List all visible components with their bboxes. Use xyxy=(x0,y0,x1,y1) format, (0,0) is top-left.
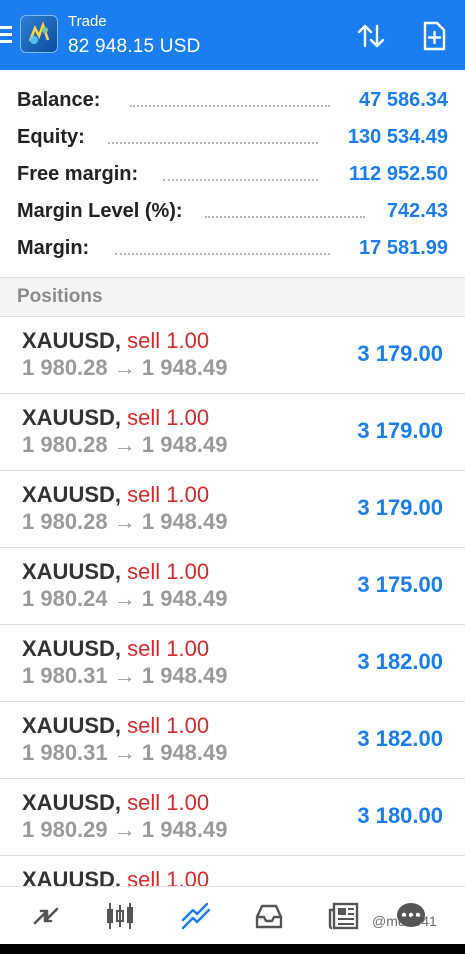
summary-value: 742.43 xyxy=(386,200,448,222)
dotted-leader xyxy=(108,142,318,146)
position-side: sell 1.00 xyxy=(127,328,210,353)
position-symbol-line: XAUUSD, sell 1.00 xyxy=(22,867,209,886)
positions-list: XAUUSD, sell 1.00 1 980.28 → 1 948.49 3 … xyxy=(0,316,465,886)
position-symbol: XAUUSD, xyxy=(22,713,122,738)
positions-heading: Positions xyxy=(17,286,103,307)
position-symbol: XAUUSD, xyxy=(22,482,122,507)
sort-button[interactable] xyxy=(355,20,387,52)
position-prices: 1 980.28 → 1 948.49 xyxy=(22,355,228,380)
position-symbol: XAUUSD, xyxy=(22,636,122,661)
position-row[interactable]: XAUUSD, sell 1.00 1 980.31 → 1 948.49 3 … xyxy=(0,701,465,779)
position-profit: 3 179.00 xyxy=(357,495,443,520)
position-row[interactable]: XAUUSD, sell 1.00 1 980.31 → 1 948.49 3 … xyxy=(0,624,465,702)
position-side: sell 1.00 xyxy=(127,636,210,661)
position-symbol-line: XAUUSD, sell 1.00 xyxy=(22,713,209,739)
position-profit: 3 179.00 xyxy=(357,341,443,366)
history-icon xyxy=(255,904,283,929)
summary-value: 17 581.99 xyxy=(359,237,448,259)
position-side: sell 1.00 xyxy=(127,790,210,815)
new-order-button[interactable] xyxy=(418,20,450,52)
nav-quotes[interactable] xyxy=(30,901,62,931)
positions-section-header: Positions xyxy=(0,278,465,316)
summary-label: Margin Level (%): xyxy=(17,200,183,222)
position-side: sell 1.00 xyxy=(127,559,210,584)
dotted-leader xyxy=(163,179,318,183)
position-profit: 3 180.00 xyxy=(357,803,443,828)
summary-label: Equity: xyxy=(17,126,85,148)
position-symbol-line: XAUUSD, sell 1.00 xyxy=(22,328,209,354)
position-symbol-line: XAUUSD, sell 1.00 xyxy=(22,405,209,431)
position-symbol: XAUUSD, xyxy=(22,328,122,353)
position-side: sell 1.00 xyxy=(127,867,210,886)
position-symbol: XAUUSD, xyxy=(22,790,122,815)
summary-row-free-margin: Free margin: 112 952.50 xyxy=(0,155,465,192)
top-app-bar: Trade 82 948.15 USD xyxy=(0,0,465,70)
account-summary: Balance: 47 586.34 Equity: 130 534.49 Fr… xyxy=(0,72,465,277)
position-prices: 1 980.31 → 1 948.49 xyxy=(22,740,228,765)
position-row[interactable]: XAUUSD, sell 1.00 1 980.28 → 1 948.49 3 … xyxy=(0,316,465,394)
position-prices: 1 980.28 → 1 948.49 xyxy=(22,509,228,534)
position-symbol-line: XAUUSD, sell 1.00 xyxy=(22,790,209,816)
position-prices: 1 980.28 → 1 948.49 xyxy=(22,432,228,457)
position-row[interactable]: XAUUSD, sell 1.00 1 980.29 → 1 948.49 3 … xyxy=(0,778,465,856)
position-profit: 3 179.00 xyxy=(357,418,443,443)
position-prices: 1 980.31 → 1 948.49 xyxy=(22,663,228,688)
menu-icon[interactable] xyxy=(0,26,12,44)
position-row[interactable]: XAUUSD, sell 1.00 1 980.28 → 1 948.49 3 … xyxy=(0,393,465,471)
trade-icon xyxy=(181,902,211,930)
summary-value: 130 534.49 xyxy=(347,126,448,148)
quotes-icon xyxy=(33,907,59,925)
summary-value: 112 952.50 xyxy=(349,163,448,185)
summary-value: 47 586.34 xyxy=(359,89,448,111)
page-title: Trade xyxy=(68,13,107,30)
position-row[interactable]: XAUUSD, sell 1.00 1 980.28 → 1 948.49 3 … xyxy=(0,470,465,548)
dotted-leader xyxy=(205,216,365,220)
summary-label: Free margin: xyxy=(17,163,139,185)
account-balance-subtitle: 82 948.15 USD xyxy=(68,36,201,57)
position-symbol-line: XAUUSD, sell 1.00 xyxy=(22,636,209,662)
position-symbol: XAUUSD, xyxy=(22,867,122,886)
position-row[interactable]: XAUUSD, sell 1.00 1 980.24 → 1 948.49 3 … xyxy=(0,547,465,625)
news-icon xyxy=(328,902,359,930)
position-side: sell 1.00 xyxy=(127,482,210,507)
position-symbol-line: XAUUSD, sell 1.00 xyxy=(22,559,209,585)
position-symbol-line: XAUUSD, sell 1.00 xyxy=(22,482,209,508)
position-prices: 1 980.24 → 1 948.49 xyxy=(22,586,228,611)
position-side: sell 1.00 xyxy=(127,713,210,738)
dotted-leader xyxy=(130,105,330,109)
summary-row-equity: Equity: 130 534.49 xyxy=(0,118,465,155)
position-profit: 3 182.00 xyxy=(357,649,443,674)
watermark: @mdd941 xyxy=(372,913,437,929)
position-profit: 3 182.00 xyxy=(357,726,443,751)
summary-label: Balance: xyxy=(17,89,101,111)
nav-history[interactable] xyxy=(253,901,285,931)
position-symbol: XAUUSD, xyxy=(22,559,122,584)
new-document-icon xyxy=(423,21,446,51)
system-navigation-bar xyxy=(0,944,465,954)
position-symbol: XAUUSD, xyxy=(22,405,122,430)
position-side: sell 1.00 xyxy=(127,405,210,430)
metatrader-logo-icon xyxy=(20,15,58,53)
summary-label: Margin: xyxy=(17,237,90,259)
dotted-leader xyxy=(115,253,330,257)
position-profit: 3 175.00 xyxy=(357,572,443,597)
chart-icon xyxy=(107,903,133,929)
position-row[interactable]: XAUUSD, sell 1.00 xyxy=(0,855,465,886)
nav-trade[interactable] xyxy=(180,901,212,931)
nav-chart[interactable] xyxy=(104,901,136,931)
summary-row-balance: Balance: 47 586.34 xyxy=(0,81,465,118)
position-prices: 1 980.29 → 1 948.49 xyxy=(22,817,228,842)
summary-row-margin: Margin: 17 581.99 xyxy=(0,229,465,266)
nav-news[interactable] xyxy=(328,901,360,931)
sort-arrows-icon xyxy=(357,24,385,48)
summary-row-margin-level: Margin Level (%): 742.43 xyxy=(0,192,465,229)
